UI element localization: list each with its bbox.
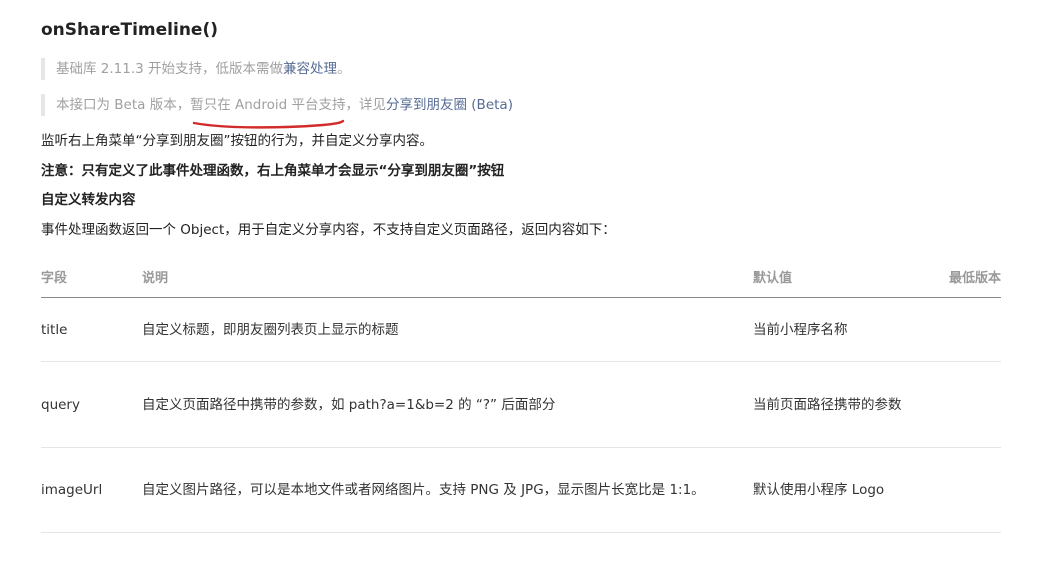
version-note-suffix: 。	[337, 61, 351, 77]
cell-version	[944, 447, 1001, 533]
description-text: 监听右上角菜单“分享到朋友圈”按钮的行为，并自定义分享内容。	[41, 133, 433, 149]
share-timeline-link[interactable]: 分享到朋友圈 (Beta)	[386, 97, 513, 113]
cell-desc: 自定义页面路径中携带的参数，如 path?a=1&b=2 的 “?” 后面部分	[142, 361, 753, 448]
cell-field: title	[41, 297, 142, 362]
table-row: title 自定义标题，即朋友圈列表页上显示的标题 当前小程序名称	[41, 297, 1001, 362]
version-note-text: 基础库 2.11.3 开始支持，低版本需做	[56, 61, 284, 77]
compat-link[interactable]: 兼容处理	[283, 61, 337, 77]
cell-version	[944, 361, 1001, 448]
page-title: onShareTimeline()	[41, 20, 219, 40]
return-description: 事件处理函数返回一个 Object，用于自定义分享内容，不支持自定义页面路径，返…	[41, 222, 616, 238]
header-field: 字段	[41, 256, 142, 298]
header-default: 默认值	[753, 256, 944, 298]
header-desc: 说明	[142, 256, 753, 298]
cell-field: query	[41, 361, 142, 448]
cell-default: 当前页面路径携带的参数	[753, 361, 944, 448]
section-heading: 自定义转发内容	[41, 192, 136, 208]
beta-note: 本接口为 Beta 版本，暂只在 Android 平台支持，详见分享到朋友圈 (…	[41, 94, 513, 116]
params-table: 字段 说明 默认值 最低版本 title 自定义标题，即朋友圈列表页上显示的标题…	[41, 256, 1001, 533]
cell-desc: 自定义标题，即朋友圈列表页上显示的标题	[142, 297, 753, 362]
header-version: 最低版本	[944, 256, 1001, 298]
version-note: 基础库 2.11.3 开始支持，低版本需做兼容处理。	[41, 58, 351, 80]
cell-default: 默认使用小程序 Logo	[753, 447, 944, 533]
cell-desc: 自定义图片路径，可以是本地文件或者网络图片。支持 PNG 及 JPG，显示图片长…	[142, 447, 753, 533]
table-row: imageUrl 自定义图片路径，可以是本地文件或者网络图片。支持 PNG 及 …	[41, 447, 1001, 533]
cell-version	[944, 297, 1001, 362]
cell-default: 当前小程序名称	[753, 297, 944, 362]
doc-content: onShareTimeline() 基础库 2.11.3 开始支持，低版本需做兼…	[41, 0, 1001, 563]
table-header-row: 字段 说明 默认值 最低版本	[41, 256, 1001, 298]
table-row: query 自定义页面路径中携带的参数，如 path?a=1&b=2 的 “?”…	[41, 361, 1001, 448]
cell-field: imageUrl	[41, 447, 142, 533]
beta-note-text: 本接口为 Beta 版本，暂只在 Android 平台支持，详见	[56, 97, 386, 113]
notice-text: 注意：只有定义了此事件处理函数，右上角菜单才会显示“分享到朋友圈”按钮	[41, 163, 505, 179]
